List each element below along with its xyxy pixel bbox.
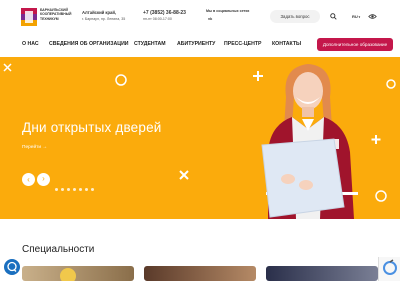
nav-item-students[interactable]: СТУДЕНТАМ [134, 41, 166, 47]
slider-prev-button[interactable]: ‹ [22, 173, 35, 186]
card-image [60, 268, 76, 281]
slider-next-button[interactable]: › [37, 173, 50, 186]
hero-banner: Дни открытых дверей Перейти → ‹ › [0, 57, 400, 219]
specialty-card[interactable] [22, 266, 134, 281]
recaptcha-icon [383, 259, 397, 275]
extra-education-button[interactable]: Дополнительное образование [317, 38, 393, 51]
logo-text[interactable]: БАРНАУЛЬСКИЙ КООПЕРАТИВНЫЙ ТЕХНИКУМ [40, 8, 80, 21]
slider-dot[interactable] [73, 188, 76, 191]
logo-line: ТЕХНИКУМ [40, 16, 59, 21]
recaptcha-badge[interactable] [378, 257, 400, 281]
banner-more-link[interactable]: Перейти → [22, 145, 47, 150]
address-block: Алтайский край, г. Барнаул, пр. Ленина, … [82, 10, 125, 22]
specialty-card[interactable] [266, 266, 378, 281]
eye-icon[interactable] [368, 13, 377, 20]
nav-item-press[interactable]: ПРЕСС-ЦЕНТР [224, 41, 262, 47]
slider-dot[interactable] [91, 188, 94, 191]
language-switch[interactable]: RU ▾ [352, 14, 360, 19]
nav-item-contacts[interactable]: КОНТАКТЫ [272, 41, 301, 47]
nav-item-about[interactable]: О НАС [22, 41, 39, 47]
arrow-right-icon: → [42, 145, 48, 150]
phone-block: +7 (3852) 36-88-23 пн-пт 08:00-17:00 [143, 10, 186, 22]
site-header: БАРНАУЛЬСКИЙ КООПЕРАТИВНЫЙ ТЕХНИКУМ Алта… [0, 0, 400, 33]
slider-dot[interactable] [55, 188, 58, 191]
slider-dot[interactable] [61, 188, 64, 191]
banner-title: Дни открытых дверей [22, 120, 162, 135]
chevron-left-icon: ‹ [27, 175, 30, 184]
chat-button[interactable] [4, 259, 20, 275]
chat-icon [7, 261, 17, 272]
banner-link-label: Перейти [22, 145, 42, 150]
ask-question-button[interactable]: Задать вопрос [270, 10, 320, 23]
nav-item-organization[interactable]: СВЕДЕНИЯ ОБ ОРГАНИЗАЦИИ [49, 41, 129, 47]
address-text: г. Барнаул, пр. Ленина, 35 [82, 17, 126, 21]
college-logo-icon[interactable] [21, 8, 37, 26]
search-icon[interactable] [330, 13, 337, 20]
slider-dots [55, 178, 97, 191]
slider-dot[interactable] [67, 188, 70, 191]
section-title: Специальности [22, 244, 95, 255]
social-label: Мы в социальных сетях [206, 9, 250, 13]
student-photo [261, 64, 358, 219]
slider-dot[interactable] [85, 188, 88, 191]
slider-dot[interactable] [79, 188, 82, 191]
chevron-right-icon: › [42, 174, 45, 183]
nav-item-applicants[interactable]: АБИТУРИЕНТУ [177, 41, 215, 47]
vk-link[interactable]: vk [208, 17, 212, 21]
work-hours: пн-пт 08:00-17:00 [143, 17, 172, 21]
chevron-down-icon: ▾ [357, 15, 361, 19]
specialty-card[interactable] [144, 266, 256, 281]
